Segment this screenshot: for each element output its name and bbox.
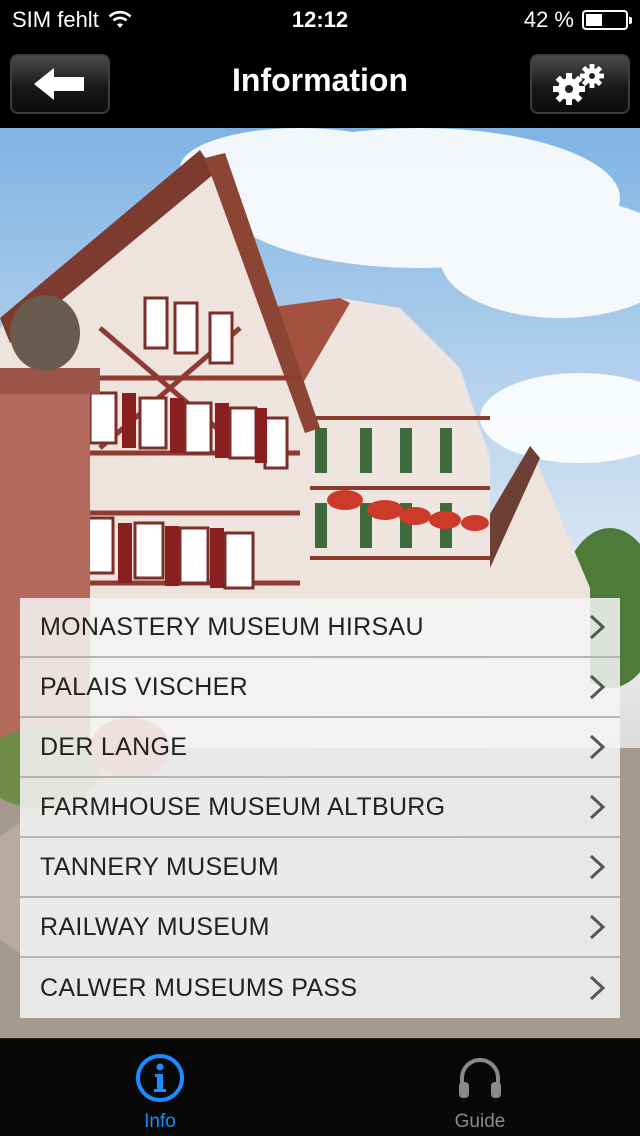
tab-info-label: Info [144,1111,176,1132]
list-item-calwer-museums-pass[interactable]: CALWER MUSEUMS PASS [20,958,620,1018]
list-item-label: FARMHOUSE MUSEUM ALTBURG [40,792,446,821]
list-item-monastery-museum-hirsau[interactable]: MONASTERY MUSEUM HIRSAU [20,598,620,658]
chevron-right-icon [589,794,606,820]
list-item-tannery-museum[interactable]: TANNERY MUSEUM [20,838,620,898]
tab-guide[interactable]: Guide [320,1039,640,1136]
battery-fill [586,14,602,26]
status-bar: SIM fehlt 12:12 42 % [0,0,640,40]
chevron-right-icon [589,975,606,1001]
chevron-right-icon [589,734,606,760]
info-icon [134,1051,186,1105]
list-item-label: DER LANGE [40,732,188,761]
status-right: 42 % [523,7,632,33]
list-item-farmhouse-museum-altburg[interactable]: FARMHOUSE MUSEUM ALTBURG [20,778,620,838]
list-item-label: CALWER MUSEUMS PASS [40,973,358,1002]
list-item-palais-vischer[interactable]: PALAIS VISCHER [20,658,620,718]
battery-percent: 42 % [523,7,574,32]
headphones-icon [454,1051,506,1105]
list-item-label: MONASTERY MUSEUM HIRSAU [40,612,424,641]
tab-guide-label: Guide [454,1111,506,1132]
battery-icon [582,10,632,30]
tab-info[interactable]: Info [0,1039,320,1136]
chevron-right-icon [589,914,606,940]
tab-bar: Info Guide [0,1038,640,1136]
list-item-railway-museum[interactable]: RAILWAY MUSEUM [20,898,620,958]
list-item-label: PALAIS VISCHER [40,672,248,701]
museum-list: MONASTERY MUSEUM HIRSAU PALAIS VISCHER D… [20,598,620,1018]
settings-button[interactable] [530,54,630,114]
chevron-right-icon [589,614,606,640]
nav-bar: Information [0,40,640,128]
gears-icon [553,64,604,105]
chevron-right-icon [589,854,606,880]
list-item-label: RAILWAY MUSEUM [40,912,270,941]
list-item-label: TANNERY MUSEUM [40,852,279,881]
list-item-der-lange[interactable]: DER LANGE [20,718,620,778]
chevron-right-icon [589,674,606,700]
